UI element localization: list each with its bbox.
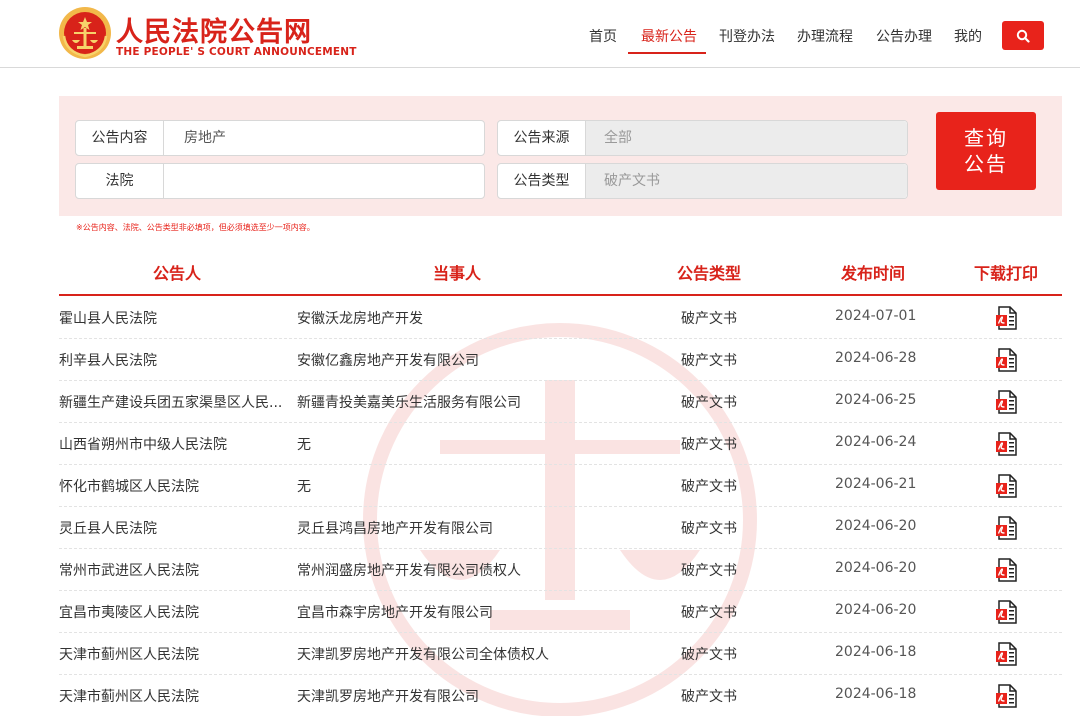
nav-process[interactable]: 办理流程 xyxy=(797,26,853,46)
row-type: 破产文书 xyxy=(681,311,737,327)
query-panel: 公告内容 房地产 法院 公告来源 全部 公告类型 破产文书 查询 公告 xyxy=(59,96,1062,216)
content-input[interactable]: 房地产 xyxy=(184,121,226,155)
row-type: 破产文书 xyxy=(681,689,737,705)
row-date: 2024-06-18 xyxy=(835,686,917,702)
table-row[interactable]: 山西省朔州市中级人民法院 无 破产文书 2024-06-24 xyxy=(59,423,1062,465)
row-party: 安徽亿鑫房地产开发有限公司 xyxy=(297,353,479,369)
header-announcer: 公告人 xyxy=(153,264,202,283)
row-party: 天津凯罗房地产开发有限公司 xyxy=(297,689,479,705)
row-type: 破产文书 xyxy=(681,521,737,537)
row-court[interactable]: 天津市蓟州区人民法院 xyxy=(59,644,297,664)
source-select[interactable]: 全部 xyxy=(586,121,907,155)
pdf-download-icon[interactable] xyxy=(995,558,1019,582)
table-row[interactable]: 灵丘县人民法院 灵丘县鸿昌房地产开发有限公司 破产文书 2024-06-20 xyxy=(59,507,1062,549)
header-date: 发布时间 xyxy=(841,264,906,283)
row-party: 无 xyxy=(297,437,311,453)
row-party: 安徽沃龙房地产开发 xyxy=(297,311,423,327)
pdf-download-icon[interactable] xyxy=(995,432,1019,456)
row-date: 2024-06-25 xyxy=(835,392,917,408)
type-select[interactable]: 破产文书 xyxy=(586,164,907,198)
table-row[interactable]: 利辛县人民法院 安徽亿鑫房地产开发有限公司 破产文书 2024-06-28 xyxy=(59,339,1062,381)
site-logo[interactable]: 人民法院公告网 THE PEOPLE' S COURT ANNOUNCEMENT xyxy=(58,6,356,62)
row-date: 2024-06-20 xyxy=(835,560,917,576)
pdf-download-icon[interactable] xyxy=(995,348,1019,372)
site-title: 人民法院公告网 xyxy=(116,17,312,48)
pdf-download-icon[interactable] xyxy=(995,390,1019,414)
nav-mine[interactable]: 我的 xyxy=(954,26,982,46)
table-row[interactable]: 怀化市鹤城区人民法院 无 破产文书 2024-06-21 xyxy=(59,465,1062,507)
court-field[interactable]: 法院 xyxy=(75,163,485,199)
pdf-download-icon[interactable] xyxy=(995,474,1019,498)
table-header: 公告人 当事人 公告类型 发布时间 下载打印 xyxy=(59,248,1062,296)
row-date: 2024-06-20 xyxy=(835,602,917,618)
search-icon xyxy=(1016,29,1030,43)
pdf-download-icon[interactable] xyxy=(995,600,1019,624)
row-type: 破产文书 xyxy=(681,605,737,621)
row-type: 破产文书 xyxy=(681,353,737,369)
header-type: 公告类型 xyxy=(677,264,742,283)
nav-active-underline xyxy=(628,52,706,54)
row-party: 常州润盛房地产开发有限公司债权人 xyxy=(297,563,521,579)
table-row[interactable]: 天津市蓟州区人民法院 天津凯罗房地产开发有限公司全体债权人 破产文书 2024-… xyxy=(59,633,1062,675)
table-row[interactable]: 新疆生产建设兵团五家渠垦区人民... 新疆青投美嘉美乐生活服务有限公司 破产文书… xyxy=(59,381,1062,423)
row-date: 2024-07-01 xyxy=(835,308,917,324)
row-court[interactable]: 灵丘县人民法院 xyxy=(59,518,297,538)
site-subtitle: THE PEOPLE' S COURT ANNOUNCEMENT xyxy=(116,46,357,58)
type-field[interactable]: 公告类型 破产文书 xyxy=(497,163,908,199)
row-date: 2024-06-28 xyxy=(835,350,917,366)
row-court[interactable]: 利辛县人民法院 xyxy=(59,350,297,370)
nav-handle[interactable]: 公告办理 xyxy=(876,26,932,46)
table-row[interactable]: 霍山县人民法院 安徽沃龙房地产开发 破产文书 2024-07-01 xyxy=(59,297,1062,339)
row-party: 天津凯罗房地产开发有限公司全体债权人 xyxy=(297,647,549,663)
row-court[interactable]: 霍山县人民法院 xyxy=(59,308,297,328)
header-party: 当事人 xyxy=(433,264,482,283)
header-download: 下载打印 xyxy=(974,264,1039,283)
row-court[interactable]: 宜昌市夷陵区人民法院 xyxy=(59,602,297,622)
row-party: 宜昌市森宇房地产开发有限公司 xyxy=(297,605,493,621)
type-label: 公告类型 xyxy=(498,164,586,198)
row-date: 2024-06-24 xyxy=(835,434,917,450)
nav-publish-method[interactable]: 刊登办法 xyxy=(719,26,775,46)
row-type: 破产文书 xyxy=(681,437,737,453)
source-label: 公告来源 xyxy=(498,121,586,155)
pdf-download-icon[interactable] xyxy=(995,642,1019,666)
row-type: 破产文书 xyxy=(681,479,737,495)
content-field[interactable]: 公告内容 房地产 xyxy=(75,120,485,156)
row-date: 2024-06-18 xyxy=(835,644,917,660)
table-row[interactable]: 常州市武进区人民法院 常州润盛房地产开发有限公司债权人 破产文书 2024-06… xyxy=(59,549,1062,591)
query-announcement-button[interactable]: 查询 公告 xyxy=(936,112,1036,190)
table-row[interactable]: 宜昌市夷陵区人民法院 宜昌市森宇房地产开发有限公司 破产文书 2024-06-2… xyxy=(59,591,1062,633)
query-hint: ※公告内容、法院、公告类型非必填项，但必须填选至少一项内容。 xyxy=(76,223,315,232)
query-button-line2: 公告 xyxy=(964,152,1008,176)
court-label: 法院 xyxy=(76,164,164,198)
pdf-download-icon[interactable] xyxy=(995,306,1019,330)
row-court[interactable]: 山西省朔州市中级人民法院 xyxy=(59,434,297,454)
pdf-download-icon[interactable] xyxy=(995,684,1019,708)
nav-latest[interactable]: 最新公告 xyxy=(641,26,697,46)
row-type: 破产文书 xyxy=(681,563,737,579)
row-party: 新疆青投美嘉美乐生活服务有限公司 xyxy=(297,395,521,411)
row-type: 破产文书 xyxy=(681,395,737,411)
court-emblem-icon xyxy=(59,7,111,59)
content-label: 公告内容 xyxy=(76,121,164,155)
row-party: 灵丘县鸿昌房地产开发有限公司 xyxy=(297,521,493,537)
nav-home[interactable]: 首页 xyxy=(589,26,617,46)
row-court[interactable]: 新疆生产建设兵团五家渠垦区人民... xyxy=(59,392,297,412)
row-court[interactable]: 怀化市鹤城区人民法院 xyxy=(59,476,297,496)
row-date: 2024-06-20 xyxy=(835,518,917,534)
query-button-line1: 查询 xyxy=(964,126,1008,150)
source-field[interactable]: 公告来源 全部 xyxy=(497,120,908,156)
row-type: 破产文书 xyxy=(681,647,737,663)
table-row[interactable]: 天津市蓟州区人民法院 天津凯罗房地产开发有限公司 破产文书 2024-06-18 xyxy=(59,675,1062,716)
search-button[interactable] xyxy=(1002,21,1044,50)
row-court[interactable]: 天津市蓟州区人民法院 xyxy=(59,686,297,706)
pdf-download-icon[interactable] xyxy=(995,516,1019,540)
row-court[interactable]: 常州市武进区人民法院 xyxy=(59,560,297,580)
row-date: 2024-06-21 xyxy=(835,476,917,492)
row-party: 无 xyxy=(297,479,311,495)
site-header: 人民法院公告网 THE PEOPLE' S COURT ANNOUNCEMENT… xyxy=(0,0,1080,68)
